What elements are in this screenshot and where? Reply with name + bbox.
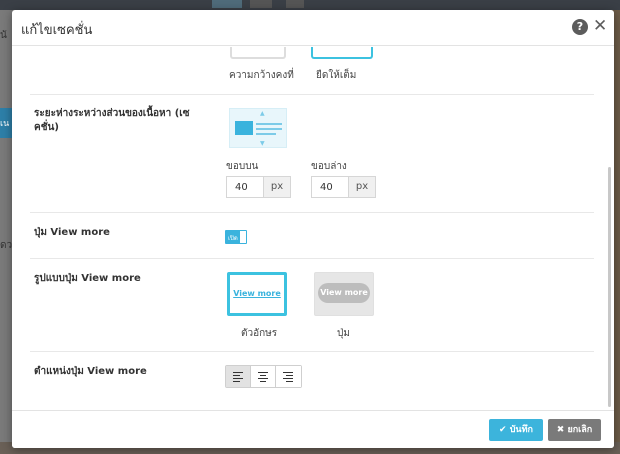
background-topbar — [0, 0, 620, 10]
arrow-up-icon: ▲ — [260, 110, 265, 117]
bottom-margin-input[interactable]: 40 — [311, 176, 349, 198]
cancel-button[interactable]: ✖ ยกเลิก — [548, 419, 601, 441]
text-style-option[interactable]: View more — [227, 272, 287, 316]
spacing-illustration: ▲ ▼ — [229, 108, 287, 148]
toggle-state-text: เปิด — [228, 235, 238, 242]
divider — [30, 351, 594, 352]
fixed-width-option[interactable] — [230, 47, 286, 59]
button-style-caption: ปุ่ม — [337, 328, 350, 339]
view-more-toggle[interactable]: เปิด — [225, 230, 247, 244]
help-icon[interactable]: ? — [572, 19, 588, 35]
top-margin-input[interactable]: 40 — [226, 176, 264, 198]
top-margin-unit: px — [263, 176, 291, 198]
button-style-option[interactable]: View more — [314, 272, 374, 316]
view-more-style-label: รูปแบบปุ่ม View more — [34, 273, 141, 284]
align-right-button[interactable] — [276, 366, 301, 387]
bottom-margin-label: ขอบล่าง — [311, 161, 347, 172]
view-more-toggle-label: ปุ่ม View more — [34, 227, 110, 238]
modal-footer: ✔ บันทึก ✖ ยกเลิก — [12, 410, 614, 448]
image-icon — [235, 121, 253, 135]
arrow-down-icon: ▼ — [260, 140, 265, 147]
text-style-caption: ตัวอักษร — [241, 328, 278, 339]
button-style-preview: View more — [318, 283, 370, 303]
divider — [30, 258, 594, 259]
full-width-caption: ยืดให้เต็ม — [316, 70, 357, 81]
modal-header: แก้ไขเซคชั่น ? ✕ — [12, 10, 614, 46]
align-center-button[interactable] — [251, 366, 276, 387]
divider — [30, 94, 594, 95]
modal-scrollbar[interactable] — [608, 167, 611, 407]
fixed-width-caption: ความกว้างคงที่ — [229, 70, 294, 81]
align-left-button[interactable] — [226, 366, 251, 387]
bottom-margin-unit: px — [348, 176, 376, 198]
toggle-knob — [240, 231, 246, 243]
view-more-position-label: ตำแหน่งปุ่ม View more — [34, 366, 147, 377]
close-icon[interactable]: ✕ — [593, 16, 607, 36]
text-style-preview: View more — [233, 289, 281, 298]
top-margin-label: ขอบบน — [226, 161, 259, 172]
spacing-label: ระยะห่างระหว่างส่วนของเนื้อหา (เซคชั่น) — [34, 108, 190, 133]
modal-title: แก้ไขเซคชั่น — [21, 23, 93, 38]
position-button-group — [225, 365, 302, 388]
full-width-option[interactable] — [311, 47, 373, 59]
edit-section-modal: แก้ไขเซคชั่น ? ✕ ความกว้างคงที่ ยืดให้เต… — [12, 10, 614, 448]
modal-body[interactable]: ความกว้างคงที่ ยืดให้เต็ม ระยะห่างระหว่า… — [12, 47, 614, 410]
divider — [30, 212, 594, 213]
save-button[interactable]: ✔ บันทึก — [489, 419, 543, 441]
